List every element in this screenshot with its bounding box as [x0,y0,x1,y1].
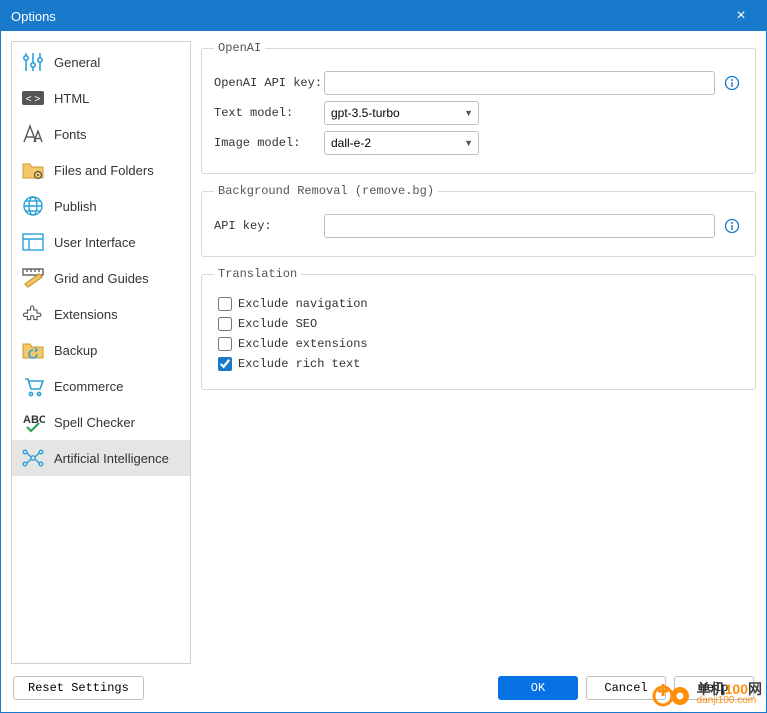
image-model-combo[interactable]: ▼ [324,131,479,155]
info-icon[interactable] [721,75,743,91]
cancel-button[interactable]: Cancel [586,676,666,700]
spellcheck-icon: ABC [20,409,46,435]
sidebar-item-label: HTML [54,91,89,106]
sidebar-item-label: Backup [54,343,97,358]
sidebar-item-label: Publish [54,199,97,214]
content-panel: OpenAI OpenAI API key: Text model: ▼ [201,41,756,664]
exclude-navigation-checkbox[interactable]: Exclude navigation [218,297,743,311]
openai-api-key-label: OpenAI API key: [214,76,324,90]
globe-icon [20,193,46,219]
bg-removal-legend: Background Removal (remove.bg) [214,184,438,198]
cart-icon [20,373,46,399]
ai-network-icon [20,445,46,471]
svg-text:< >: < > [26,94,41,105]
body: General < > HTML Fonts Files and Folders [1,31,766,664]
sidebar-item-label: Files and Folders [54,163,154,178]
sidebar: General < > HTML Fonts Files and Folders [11,41,191,664]
sidebar-item-extensions[interactable]: Extensions [12,296,190,332]
ruler-pencil-icon [20,265,46,291]
puzzle-icon [20,301,46,327]
bgremoval-api-key-input[interactable] [324,214,715,238]
sidebar-item-files-and-folders[interactable]: Files and Folders [12,152,190,188]
openai-legend: OpenAI [214,41,265,55]
font-icon [20,121,46,147]
folder-gear-icon [20,157,46,183]
sidebar-item-backup[interactable]: Backup [12,332,190,368]
exclude-rich-text-checkbox[interactable]: Exclude rich text [218,357,743,371]
sidebar-item-publish[interactable]: Publish [12,188,190,224]
image-model-label: Image model: [214,136,324,150]
exclude-seo-checkbox[interactable]: Exclude SEO [218,317,743,331]
help-button[interactable]: Help [674,676,754,700]
text-model-label: Text model: [214,106,324,120]
sliders-icon [20,49,46,75]
sidebar-item-label: Artificial Intelligence [54,451,169,466]
text-model-input[interactable] [324,101,479,125]
backup-icon [20,337,46,363]
sidebar-item-html[interactable]: < > HTML [12,80,190,116]
bgremoval-api-key-label: API key: [214,219,324,233]
sidebar-item-label: Ecommerce [54,379,123,394]
exclude-rich-text-toggle[interactable] [218,357,232,371]
exclude-extensions-label: Exclude extensions [238,337,368,351]
exclude-extensions-toggle[interactable] [218,337,232,351]
code-icon: < > [20,85,46,111]
sidebar-item-label: Extensions [54,307,118,322]
openai-api-key-input[interactable] [324,71,715,95]
exclude-seo-label: Exclude SEO [238,317,317,331]
close-icon[interactable]: × [726,1,756,31]
sidebar-item-ecommerce[interactable]: Ecommerce [12,368,190,404]
sidebar-item-fonts[interactable]: Fonts [12,116,190,152]
sidebar-item-label: User Interface [54,235,136,250]
exclude-rich-text-label: Exclude rich text [238,357,360,371]
sidebar-item-artificial-intelligence[interactable]: Artificial Intelligence [12,440,190,476]
options-window: Options × General < > HTML Fonts [0,0,767,713]
bg-removal-group: Background Removal (remove.bg) API key: [201,184,756,257]
titlebar: Options × [1,1,766,31]
translation-group: Translation Exclude navigation Exclude S… [201,267,756,390]
info-icon[interactable] [721,218,743,234]
sidebar-item-spell-checker[interactable]: ABC Spell Checker [12,404,190,440]
footer: Reset Settings OK Cancel Help [1,664,766,712]
sidebar-item-label: Grid and Guides [54,271,149,286]
openai-group: OpenAI OpenAI API key: Text model: ▼ [201,41,756,174]
exclude-navigation-label: Exclude navigation [238,297,368,311]
window-icon [20,229,46,255]
reset-settings-button[interactable]: Reset Settings [13,676,144,700]
text-model-combo[interactable]: ▼ [324,101,479,125]
sidebar-item-grid-and-guides[interactable]: Grid and Guides [12,260,190,296]
exclude-navigation-toggle[interactable] [218,297,232,311]
sidebar-item-label: Fonts [54,127,87,142]
sidebar-item-general[interactable]: General [12,44,190,80]
sidebar-item-label: General [54,55,100,70]
window-title: Options [11,9,56,24]
ok-button[interactable]: OK [498,676,578,700]
translation-legend: Translation [214,267,301,281]
exclude-seo-toggle[interactable] [218,317,232,331]
svg-text:ABC: ABC [23,414,45,426]
sidebar-item-label: Spell Checker [54,415,135,430]
image-model-input[interactable] [324,131,479,155]
sidebar-item-user-interface[interactable]: User Interface [12,224,190,260]
exclude-extensions-checkbox[interactable]: Exclude extensions [218,337,743,351]
